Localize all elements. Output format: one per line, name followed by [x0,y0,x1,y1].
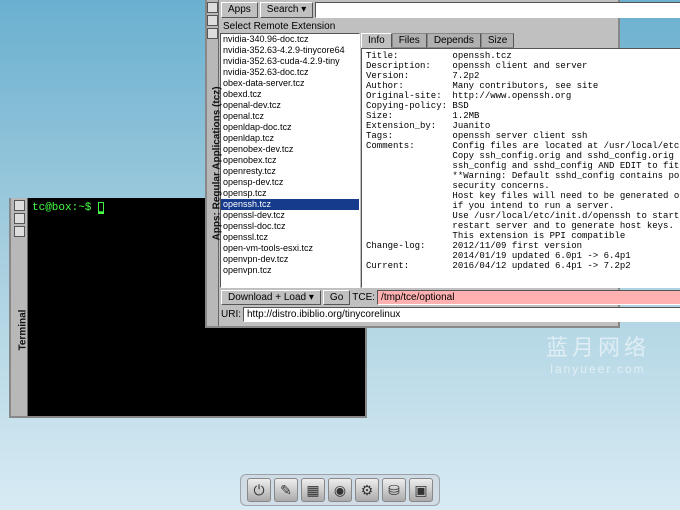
panel-icon[interactable]: ▦ [301,478,325,502]
list-item[interactable]: nvidia-352.63-cuda-4.2.9-tiny [221,56,359,67]
extension-list[interactable]: nvidia-340.96-doc.tcznvidia-352.63-4.2.9… [220,33,360,288]
apps-window: Apps: Regular Applications (tcz) Apps Se… [205,0,620,328]
terminal-prompt: tc@box:~$ [32,202,98,214]
dock: ⏻✎▦◉⚙⛁▣ [240,474,440,506]
list-item[interactable]: nvidia-352.63-4.2.9-tinycore64 [221,45,359,56]
list-item[interactable]: openssl-dev.tcz [221,210,359,221]
list-item[interactable]: opensp.tcz [221,188,359,199]
list-item[interactable]: openssh.tcz [221,199,359,210]
list-item[interactable]: openobex-dev.tcz [221,144,359,155]
watermark-sub: lanyueer.com [546,362,650,376]
mount-icon[interactable]: ⛁ [382,478,406,502]
list-item[interactable]: nvidia-340.96-doc.tcz [221,34,359,45]
tab-info[interactable]: Info [361,33,392,48]
watermark-main: 蓝月网络 [546,335,650,360]
go-button[interactable]: Go [323,290,350,305]
list-item[interactable]: openldap-doc.tcz [221,122,359,133]
min-icon[interactable] [14,226,25,237]
download-load-button[interactable]: Download + Load ▾ [221,290,321,305]
list-item[interactable]: openresty.tcz [221,166,359,177]
list-item[interactable]: openssl-doc.tcz [221,221,359,232]
tab-depends[interactable]: Depends [427,33,481,48]
list-item[interactable]: openal.tcz [221,111,359,122]
tce-label: TCE: [352,292,375,303]
list-item[interactable]: obex-data-server.tcz [221,78,359,89]
max-icon[interactable] [207,15,218,26]
apps-title: Apps: Regular Applications (tcz) [212,81,223,241]
tce-input[interactable] [377,290,680,305]
terminal-title: Terminal [18,291,29,351]
list-item[interactable]: openvpn-dev.tcz [221,254,359,265]
apps-subtitle: Select Remote Extension [219,20,680,33]
terminal-titlebar[interactable]: Terminal [11,198,28,416]
list-item[interactable]: open-vm-tools-esxi.tcz [221,243,359,254]
min-icon[interactable] [207,28,218,39]
watermark: 蓝月网络 lanyueer.com [546,330,650,376]
run-icon[interactable]: ⚙ [355,478,379,502]
list-item[interactable]: openal-dev.tcz [221,100,359,111]
uri-input[interactable] [243,307,680,322]
list-item[interactable]: obexd.tcz [221,89,359,100]
apps-toolbar: Apps Search ▾ [219,0,680,20]
tab-size[interactable]: Size [481,33,514,48]
info-tabs: InfoFilesDependsSize [361,33,680,48]
list-item[interactable]: openldap.tcz [221,133,359,144]
list-item[interactable]: openobex.tcz [221,155,359,166]
power-icon[interactable]: ⏻ [247,478,271,502]
list-item[interactable]: openssl.tcz [221,232,359,243]
list-item[interactable]: opensp-dev.tcz [221,177,359,188]
uri-label: URI: [221,309,241,320]
close-icon[interactable] [14,200,25,211]
list-item[interactable]: openvpn.tcz [221,265,359,276]
close-icon[interactable] [207,2,218,13]
list-item[interactable]: nvidia-352.63-doc.tcz [221,67,359,78]
apps-icon[interactable]: ◉ [328,478,352,502]
editor-icon[interactable]: ✎ [274,478,298,502]
terminal-icon[interactable]: ▣ [409,478,433,502]
cursor-icon: ▮ [98,202,104,214]
search-input[interactable] [315,2,680,18]
apps-menu-button[interactable]: Apps [221,2,258,18]
tab-files[interactable]: Files [392,33,427,48]
search-menu-button[interactable]: Search ▾ [260,2,313,18]
max-icon[interactable] [14,213,25,224]
apps-titlebar[interactable]: Apps: Regular Applications (tcz) [207,0,219,326]
info-text[interactable]: Title: openssh.tcz Description: openssh … [361,48,680,288]
